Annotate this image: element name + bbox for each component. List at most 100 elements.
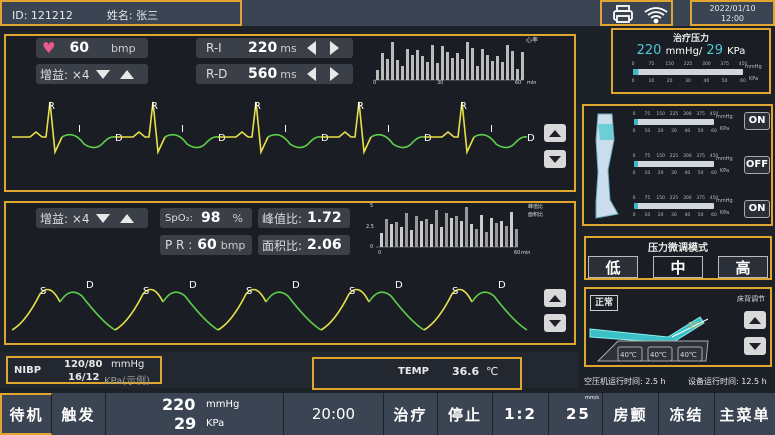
gain-down-icon[interactable] bbox=[95, 213, 110, 223]
pleth-rise bbox=[320, 288, 370, 331]
gauge-unit-mmhg: mmHg bbox=[716, 114, 733, 120]
printer-icon[interactable] bbox=[602, 2, 675, 26]
hist-bar bbox=[460, 221, 463, 247]
wave-label-i: I bbox=[78, 124, 81, 135]
treatment-pressure-panel: 治疗压力 220 mmHg/ 29 KPa 0 0 75 10 150 20 225 30 30… bbox=[611, 28, 771, 94]
ecg-scroll-down-button[interactable] bbox=[544, 150, 566, 168]
ri-value: 220 bbox=[248, 40, 278, 56]
rd-increase-icon[interactable] bbox=[329, 67, 339, 81]
hist-bar bbox=[495, 223, 498, 247]
ri-increase-icon[interactable] bbox=[329, 41, 339, 55]
wave-label-r: R bbox=[151, 101, 158, 112]
ecg-gain-control[interactable]: 增益: ×4 bbox=[36, 64, 148, 84]
cuff-3-toggle[interactable]: ON bbox=[744, 200, 770, 218]
scale-kpa: 20 bbox=[667, 78, 673, 82]
ri-control[interactable]: R-I 220 ms bbox=[196, 38, 353, 58]
peak-ratio-label: 峰值比: bbox=[262, 211, 303, 226]
scale-kpa: 40 bbox=[684, 212, 690, 218]
gain-up-icon[interactable] bbox=[119, 213, 134, 223]
hist-bar bbox=[405, 213, 408, 247]
scale-kpa: 10 bbox=[644, 170, 650, 176]
trigger-button[interactable]: 触发 bbox=[52, 393, 106, 435]
temp-label: TEMP bbox=[398, 366, 429, 377]
bed-down-button[interactable] bbox=[744, 337, 766, 355]
hist-bar bbox=[416, 50, 419, 80]
gauge-unit-mmhg: mmHg bbox=[745, 64, 762, 70]
scale-mmhg: 0 bbox=[632, 61, 635, 67]
standby-button[interactable]: 待机 bbox=[0, 393, 52, 435]
bottom-pressure-mmhg: 220 bbox=[162, 395, 196, 414]
scale-mmhg: 300 bbox=[683, 153, 692, 159]
scale-mmhg: 375 bbox=[720, 61, 729, 67]
rd-decrease-icon[interactable] bbox=[306, 67, 316, 81]
bed-up-button[interactable] bbox=[744, 311, 766, 329]
pleth-scroll-down-button[interactable] bbox=[544, 314, 566, 332]
wave-label-d: D bbox=[424, 133, 432, 144]
scale-mmhg: 225 bbox=[670, 111, 679, 117]
bed-temp-3: 40℃ bbox=[680, 351, 697, 359]
cuff-gauge-2: 0075101502022530300403755045060mmHgKPa bbox=[633, 153, 733, 176]
freeze-button[interactable]: 冻结 bbox=[659, 393, 715, 435]
pleth-fall bbox=[265, 291, 322, 331]
heart-rate-histogram bbox=[374, 42, 524, 81]
area-ratio-display: 面积比: 2.06 bbox=[258, 235, 350, 255]
bottom-pressure-kpa-unit: KPa bbox=[206, 418, 225, 429]
spo2-label: SpO₂: bbox=[165, 212, 193, 224]
pleth-rise bbox=[423, 288, 473, 331]
cuff-1-toggle[interactable]: ON bbox=[744, 112, 770, 130]
pressure-kpa-value: 29 bbox=[706, 43, 723, 58]
pleth-scroll-up-button[interactable] bbox=[544, 289, 566, 307]
hist-bar bbox=[451, 58, 454, 80]
stop-button[interactable]: 停止 bbox=[438, 393, 493, 435]
speed-button[interactable]: 25 mm/s bbox=[549, 393, 603, 435]
treat-button[interactable]: 治疗 bbox=[384, 393, 438, 435]
scale-kpa: 30 bbox=[671, 212, 677, 218]
peak-ratio-value: 1.72 bbox=[307, 210, 342, 226]
wave-label-s: S bbox=[143, 286, 149, 297]
wave-label-s: S bbox=[40, 286, 46, 297]
mode-high-button[interactable]: 高 bbox=[718, 256, 768, 278]
gain-down-icon[interactable] bbox=[95, 69, 110, 79]
nibp-mmhg-unit: mmHg bbox=[111, 359, 145, 370]
ri-decrease-icon[interactable] bbox=[306, 41, 316, 55]
cuff-2-toggle[interactable]: OFF bbox=[744, 156, 770, 174]
pressure-kpa-unit: KPa bbox=[727, 46, 746, 57]
gauge-fill bbox=[634, 161, 638, 167]
pleth-fall bbox=[59, 291, 116, 331]
nibp-kpa-value: 16/12 bbox=[68, 372, 100, 383]
main-menu-button[interactable]: 主菜单 bbox=[715, 393, 775, 435]
mode-low-button[interactable]: 低 bbox=[588, 256, 638, 278]
hist-bar bbox=[415, 216, 418, 247]
ecg-beat-d bbox=[164, 133, 219, 149]
mode-mid-button[interactable]: 中 bbox=[653, 256, 703, 278]
up-icon bbox=[749, 316, 761, 324]
ecg-beat-d bbox=[61, 133, 116, 149]
pleth-fall bbox=[162, 291, 219, 331]
cuff-gauge-1: 0075101502022530300403755045060mmHgKPa bbox=[633, 111, 733, 134]
scale-mmhg: 375 bbox=[696, 153, 705, 159]
pressure-setting[interactable]: 220 mmHg 29 KPa bbox=[106, 393, 284, 435]
ecg-scroll-up-button[interactable] bbox=[544, 124, 566, 142]
gain-up-icon[interactable] bbox=[119, 69, 134, 79]
scale-kpa: 0 bbox=[632, 78, 635, 82]
timer-button[interactable]: 20:00 bbox=[284, 393, 384, 435]
pleth-gain-control[interactable]: 增益: ×4 bbox=[36, 208, 148, 228]
heart-rate-unit: bmp bbox=[110, 41, 136, 55]
heart-icon: ♥ bbox=[42, 39, 56, 57]
wave-label-d: D bbox=[218, 133, 226, 144]
status-icons bbox=[600, 0, 673, 26]
heart-rate-value: 60 bbox=[69, 40, 89, 56]
hist-bar bbox=[421, 56, 424, 80]
ratio-button[interactable]: 1:2 bbox=[493, 393, 549, 435]
rd-control[interactable]: R-D 560 ms bbox=[196, 64, 353, 84]
wave-label-r: R bbox=[48, 101, 55, 112]
scale-kpa: 60 bbox=[740, 78, 746, 82]
hist-x-0: 0 bbox=[373, 80, 377, 86]
gauge-fill bbox=[634, 203, 638, 209]
scale-mmhg: 300 bbox=[683, 195, 692, 201]
atrial-fib-button[interactable]: 房颤 bbox=[603, 393, 659, 435]
gauge-track bbox=[634, 119, 714, 125]
scale-kpa: 40 bbox=[684, 170, 690, 176]
gauge-fill bbox=[633, 69, 639, 75]
bed-temp-2: 40℃ bbox=[650, 351, 667, 359]
